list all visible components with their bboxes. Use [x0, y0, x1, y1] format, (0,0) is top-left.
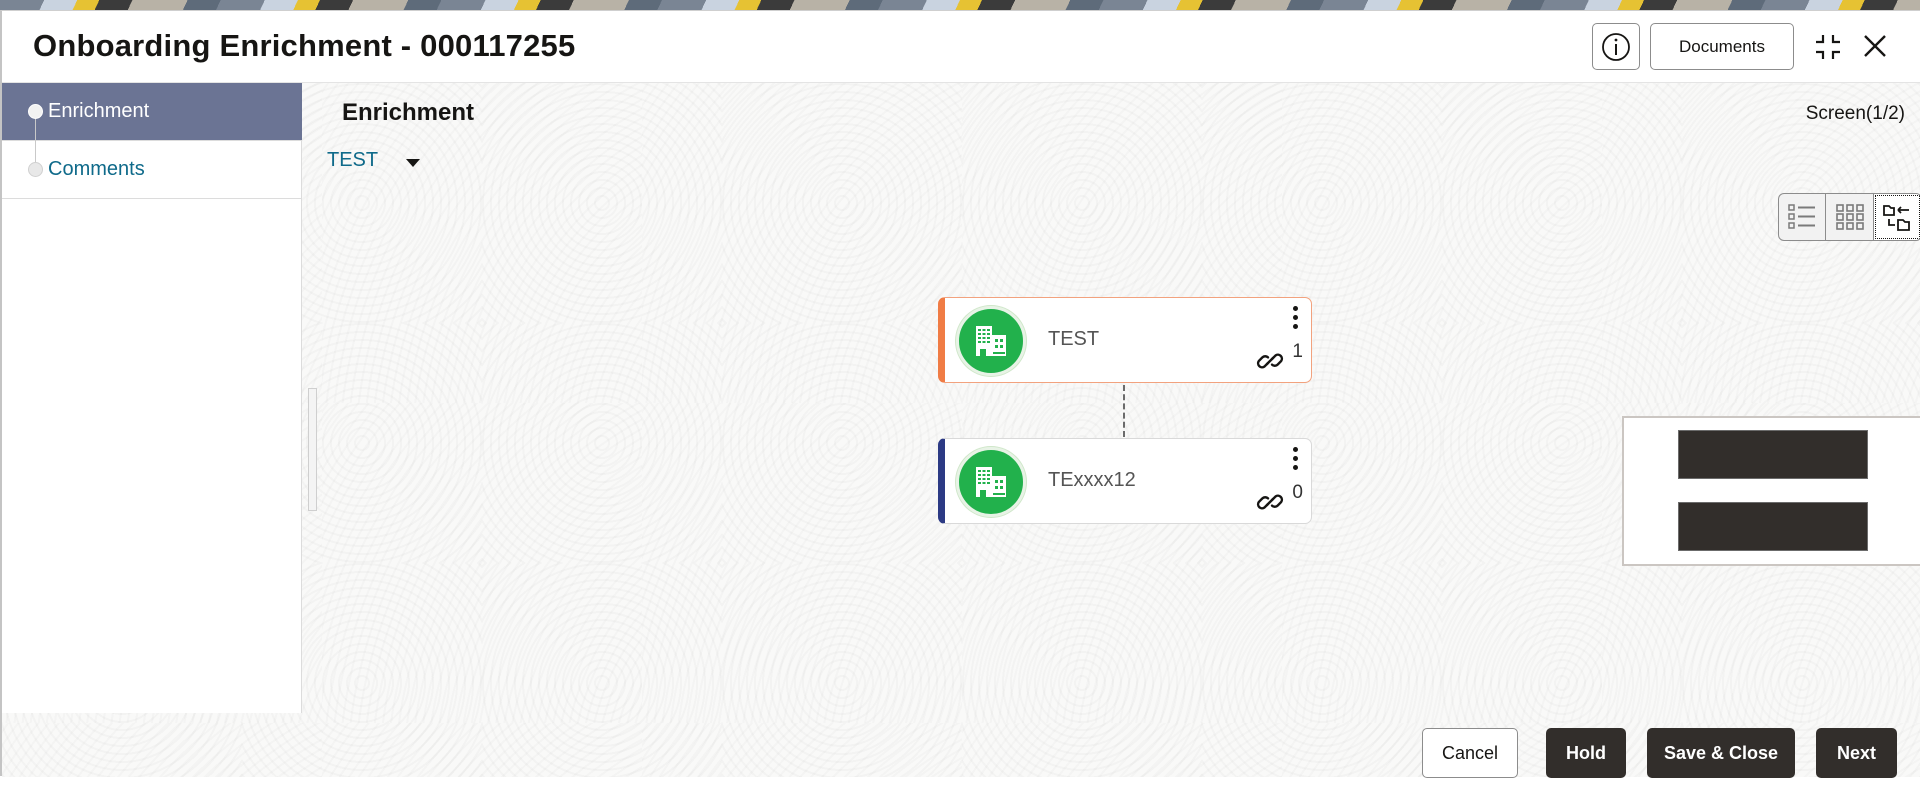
hierarchy-view-button[interactable]	[1873, 194, 1920, 240]
caret-down-icon[interactable]	[406, 159, 421, 167]
entity-selector[interactable]: TEST	[327, 146, 421, 174]
step-sidebar: Enrichment Comments	[2, 83, 302, 713]
save-close-button[interactable]: Save & Close	[1647, 728, 1795, 778]
next-button[interactable]: Next	[1816, 728, 1897, 778]
hierarchy-node-child[interactable]: TExxxx12 0	[938, 438, 1312, 524]
sidebar-item-label: Comments	[48, 158, 145, 180]
kebab-menu-icon[interactable]	[1293, 447, 1299, 477]
link-icon[interactable]	[1255, 346, 1285, 376]
info-button[interactable]	[1592, 23, 1640, 70]
onboarding-dialog: Onboarding Enrichment - 000117255 Docume…	[0, 10, 1920, 778]
sidebar-item-comments[interactable]: Comments	[2, 141, 302, 199]
minimap-node	[1678, 502, 1868, 551]
hierarchy-connector	[1123, 385, 1125, 437]
top-banner	[0, 0, 1920, 10]
hierarchy-node-parent[interactable]: TEST 1	[938, 297, 1312, 383]
hierarchy-view-icon	[1883, 205, 1911, 231]
step-indicator-icon	[28, 162, 43, 177]
minimap-node	[1678, 430, 1868, 479]
kebab-menu-icon[interactable]	[1293, 306, 1299, 336]
collapse-icon[interactable]	[1812, 31, 1844, 63]
page-title: Onboarding Enrichment - 000117255	[33, 28, 576, 63]
link-count: 0	[1292, 482, 1303, 503]
entity-avatar	[956, 306, 1026, 376]
building-icon	[976, 326, 1006, 356]
step-indicator-icon	[28, 104, 43, 119]
hold-button[interactable]: Hold	[1546, 728, 1626, 778]
dialog-header: Onboarding Enrichment - 000117255 Docume…	[2, 11, 1920, 83]
entity-avatar	[956, 447, 1026, 517]
close-icon[interactable]	[1862, 33, 1888, 59]
entity-name: TEST	[1048, 328, 1100, 350]
building-icon	[976, 467, 1006, 497]
grid-view-button[interactable]	[1826, 194, 1874, 240]
list-view-button[interactable]	[1779, 194, 1827, 240]
entity-name: TExxxx12	[1048, 469, 1136, 491]
documents-button[interactable]: Documents	[1650, 23, 1794, 70]
info-icon	[1602, 32, 1630, 61]
hierarchy-minimap[interactable]	[1622, 416, 1920, 566]
grid-view-icon	[1835, 204, 1864, 230]
link-icon[interactable]	[1255, 487, 1285, 517]
cancel-button[interactable]: Cancel	[1422, 728, 1518, 778]
sidebar-item-label: Enrichment	[48, 100, 150, 122]
screen-indicator: Screen(1/2)	[1805, 103, 1905, 124]
view-toggle	[1778, 193, 1920, 241]
link-count: 1	[1292, 341, 1303, 362]
panel-resize-handle[interactable]	[308, 388, 317, 511]
content-area: Enrichment Comments Enrichment Screen(1/…	[2, 83, 1920, 778]
section-title: Enrichment	[342, 99, 475, 126]
sidebar-item-enrichment[interactable]: Enrichment	[2, 83, 302, 141]
entity-selector-value: TEST	[327, 148, 379, 171]
list-view-icon	[1788, 204, 1816, 229]
